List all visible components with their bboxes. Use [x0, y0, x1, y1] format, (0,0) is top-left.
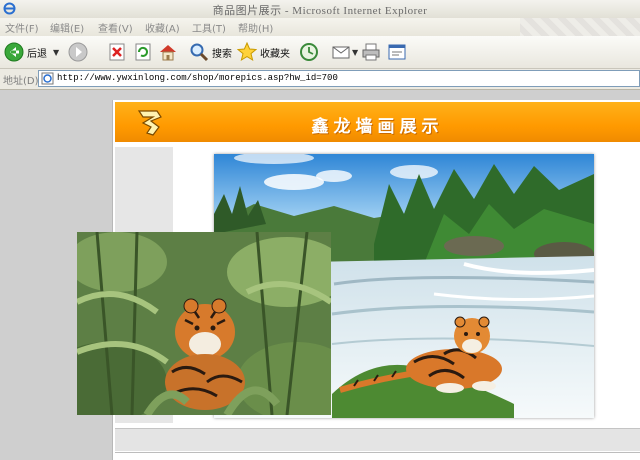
product-photo-inset[interactable]: [77, 232, 331, 415]
mail-icon: [332, 46, 350, 59]
menu-help[interactable]: 帮助(H): [238, 20, 273, 35]
bottom-divider: [115, 452, 640, 453]
bottom-gray-bar: [115, 428, 640, 451]
address-url: http://www.ywxinlong.com/shop/morepics.a…: [57, 73, 338, 83]
window-title: 商品图片展示 - Microsoft Internet Explorer: [212, 5, 428, 17]
mail-button[interactable]: ▼: [331, 40, 358, 64]
forward-button[interactable]: [68, 40, 88, 64]
stop-icon: [109, 43, 125, 61]
back-arrow-icon: [4, 42, 24, 62]
title-bar: 商品图片展示 - Microsoft Internet Explorer: [0, 0, 640, 19]
stop-button[interactable]: [108, 40, 126, 64]
menu-file[interactable]: 文件(F): [5, 20, 39, 35]
page-icon: [41, 72, 54, 85]
history-icon: [300, 43, 318, 61]
print-button[interactable]: [361, 40, 381, 64]
home-button[interactable]: [158, 40, 178, 64]
search-icon: [190, 43, 209, 62]
back-label: 后退: [27, 48, 47, 60]
history-button[interactable]: [299, 40, 319, 64]
refresh-button[interactable]: [134, 40, 152, 64]
toolbar: 后退 ▼ 搜索 收藏夹 ▼: [0, 36, 640, 69]
menu-edit[interactable]: 编辑(E): [50, 20, 84, 35]
menu-tools[interactable]: 工具(T): [192, 20, 226, 35]
edit-page-icon: [388, 44, 406, 60]
back-button[interactable]: 后退 ▼: [4, 40, 59, 64]
refresh-icon: [135, 43, 151, 61]
menu-favorites[interactable]: 收藏(A): [145, 20, 180, 35]
address-bar: 地址(D) http://www.ywxinlong.com/shop/more…: [0, 69, 640, 90]
address-label: 地址(D): [3, 76, 39, 87]
banner-title: 鑫龙墙画展示: [311, 117, 444, 137]
address-input[interactable]: http://www.ywxinlong.com/shop/morepics.a…: [38, 70, 640, 87]
home-icon: [160, 45, 176, 61]
back-dropdown-icon[interactable]: ▼: [53, 48, 59, 57]
forward-arrow-icon: [68, 42, 88, 62]
menu-view[interactable]: 查看(V): [98, 20, 133, 35]
search-label: 搜索: [212, 48, 232, 60]
edit-button[interactable]: [387, 40, 407, 64]
favorites-button[interactable]: 收藏夹: [237, 40, 290, 64]
favorites-label: 收藏夹: [260, 48, 290, 60]
jungle-tiger-image: [77, 232, 331, 415]
mail-dropdown-icon[interactable]: ▼: [352, 48, 358, 57]
print-icon: [362, 43, 380, 61]
page-banner: 鑫龙墙画展示: [115, 102, 640, 142]
search-button[interactable]: 搜索: [189, 40, 232, 64]
favorites-star-icon: [237, 42, 257, 62]
